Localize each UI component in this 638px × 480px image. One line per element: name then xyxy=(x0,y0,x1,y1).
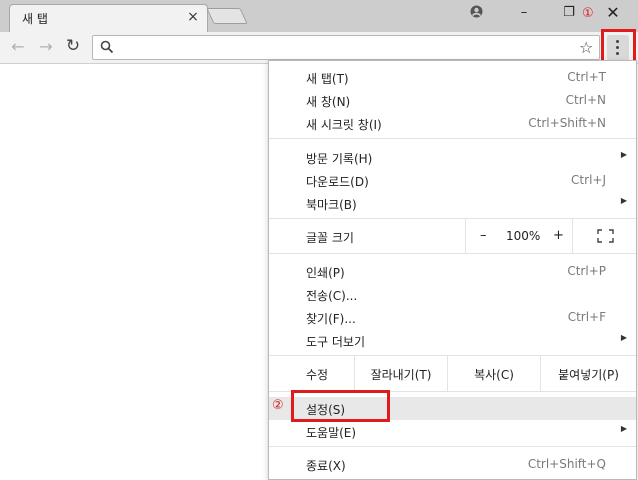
menu-separator xyxy=(269,138,636,139)
menu-item-new-incognito[interactable]: 새 시크릿 창(I) Ctrl+Shift+N xyxy=(269,112,636,135)
zoom-label: 글꼴 크기 xyxy=(306,231,354,245)
menu-item-label: 종료(X) xyxy=(306,459,346,473)
fullscreen-icon xyxy=(597,229,614,243)
menu-item-shortcut: Ctrl+Shift+N xyxy=(528,116,606,130)
paste-button[interactable]: 붙여넣기(P) xyxy=(540,355,636,391)
annotation-marker-1: ① xyxy=(582,6,594,21)
omnibox-input[interactable] xyxy=(121,39,561,57)
menu-item-new-window[interactable]: 새 창(N) Ctrl+N xyxy=(269,89,636,112)
new-tab-button[interactable] xyxy=(206,8,248,24)
menu-item-shortcut: Ctrl+J xyxy=(571,173,606,187)
tab-title: 새 탭 xyxy=(22,12,48,26)
tab-new-tab[interactable]: 새 탭 × xyxy=(9,4,208,32)
menu-item-label: 도구 더보기 xyxy=(306,335,366,349)
zoom-in-button[interactable]: + xyxy=(553,228,564,243)
menu-item-new-tab[interactable]: 새 탭(T) Ctrl+T xyxy=(269,66,636,89)
menu-item-label: 찾기(F)... xyxy=(306,312,356,326)
close-window-button[interactable]: ✕ xyxy=(603,3,623,22)
menu-item-label: 새 시크릿 창(I) xyxy=(306,118,382,132)
highlight-box-settings xyxy=(291,390,390,422)
edit-label: 수정 xyxy=(306,368,329,382)
back-button[interactable]: ← xyxy=(8,37,28,56)
menu-item-label: 다운로드(D) xyxy=(306,175,369,189)
restore-button[interactable]: ❐ xyxy=(559,5,579,20)
submenu-arrow-icon: ▶ xyxy=(620,150,627,159)
menu-item-label: 새 탭(T) xyxy=(306,72,349,86)
menu-item-find[interactable]: 찾기(F)... Ctrl+F xyxy=(269,306,636,329)
menu-item-more-tools[interactable]: 도구 더보기 ▶ xyxy=(269,329,636,352)
menu-item-label: 방문 기록(H) xyxy=(306,152,373,166)
menu-item-shortcut: Ctrl+P xyxy=(567,264,606,278)
menu-item-cast[interactable]: 전송(C)... xyxy=(269,283,636,306)
menu-item-help[interactable]: 도움말(E) ▶ xyxy=(269,420,636,443)
menu-item-label: 북마크(B) xyxy=(306,198,357,212)
forward-button[interactable]: → xyxy=(36,37,56,56)
menu-item-shortcut: Ctrl+T xyxy=(567,70,606,84)
copy-button[interactable]: 복사(C) xyxy=(447,355,540,391)
fullscreen-button[interactable] xyxy=(572,219,637,253)
reload-button[interactable]: ↻ xyxy=(63,36,83,56)
menu-separator xyxy=(269,446,636,447)
annotation-marker-2: ② xyxy=(272,398,284,413)
zoom-row: 글꼴 크기 – 100% + xyxy=(269,219,636,253)
menu-item-label: 인쇄(P) xyxy=(306,266,345,280)
menu-item-shortcut: Ctrl+N xyxy=(565,93,606,107)
edit-row: 수정 잘라내기(T) 복사(C) 붙여넣기(P) xyxy=(269,355,636,391)
submenu-arrow-icon: ▶ xyxy=(620,333,627,342)
profile-icon[interactable] xyxy=(466,5,486,22)
menu-item-downloads[interactable]: 다운로드(D) Ctrl+J xyxy=(269,169,636,192)
address-bar[interactable]: ☆ xyxy=(92,35,600,60)
zoom-control: – 100% + xyxy=(465,219,636,253)
cut-button[interactable]: 잘라내기(T) xyxy=(354,355,447,391)
menu-item-bookmarks[interactable]: 북마크(B) ▶ xyxy=(269,192,636,215)
title-bar: 새 탭 × – ❐ ✕ ① xyxy=(0,0,638,32)
menu-item-label: 새 창(N) xyxy=(306,95,351,109)
menu-item-label: 전송(C)... xyxy=(306,289,358,303)
menu-item-shortcut: Ctrl+Shift+Q xyxy=(527,457,606,471)
menu-item-print[interactable]: 인쇄(P) Ctrl+P xyxy=(269,260,636,283)
zoom-value: 100% xyxy=(506,229,541,243)
menu-item-label: 도움말(E) xyxy=(306,426,357,440)
zoom-out-button[interactable]: – xyxy=(480,228,487,243)
bookmark-star-icon[interactable]: ☆ xyxy=(579,38,593,57)
menu-separator xyxy=(269,253,636,254)
menu-item-exit[interactable]: 종료(X) Ctrl+Shift+Q xyxy=(269,453,636,476)
submenu-arrow-icon: ▶ xyxy=(620,196,627,205)
minimize-button[interactable]: – xyxy=(514,5,534,20)
submenu-arrow-icon: ▶ xyxy=(620,424,627,433)
tab-close-icon[interactable]: × xyxy=(185,9,201,25)
menu-item-shortcut: Ctrl+F xyxy=(567,310,606,324)
search-icon xyxy=(100,40,114,54)
menu-item-history[interactable]: 방문 기록(H) ▶ xyxy=(269,146,636,169)
